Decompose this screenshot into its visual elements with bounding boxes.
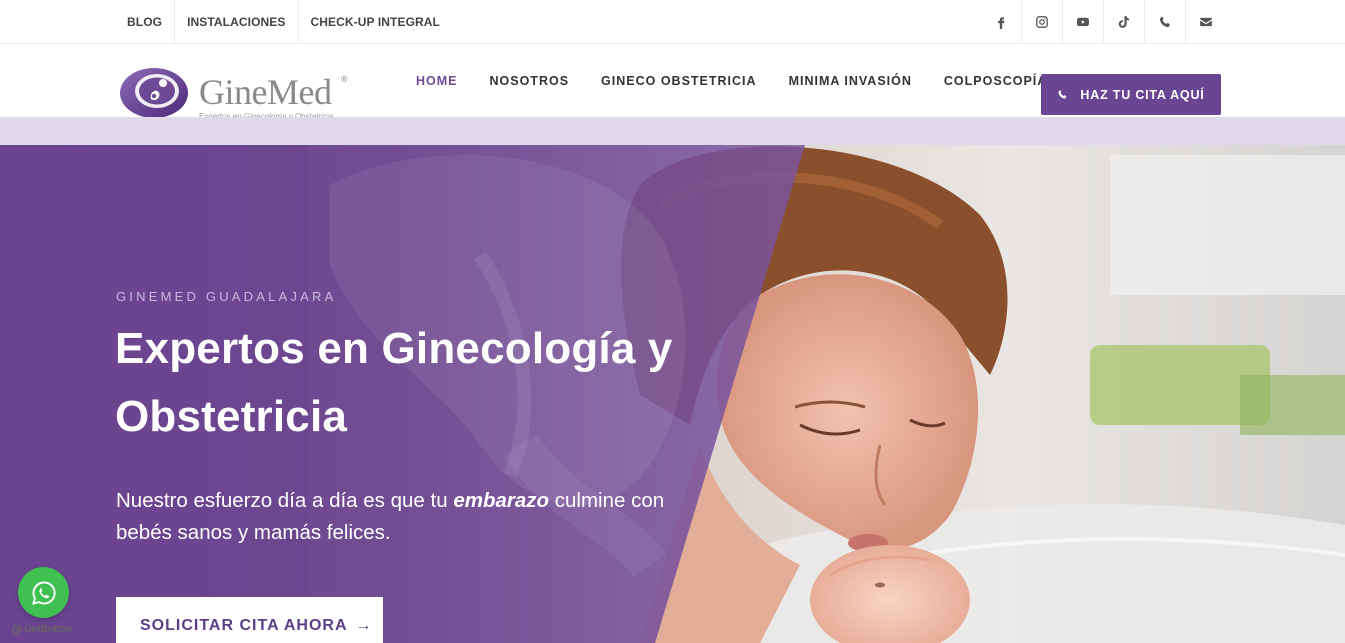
youtube-icon[interactable] xyxy=(1062,0,1103,43)
hero-section: GINEMED GUADALAJARA Expertos en Ginecolo… xyxy=(0,145,1345,643)
hero-subtitle-start: Nuestro esfuerzo día a día es que tu xyxy=(116,489,454,512)
hero-subtitle: Nuestro esfuerzo día a día es que tu emb… xyxy=(116,485,676,549)
book-appointment-button[interactable]: HAZ TU CITA AQUÍ xyxy=(1041,74,1221,115)
nav-item-gineco-obstetricia[interactable]: GINECO OBSTETRICIA xyxy=(585,74,773,88)
top-link-instalaciones[interactable]: INSTALACIONES xyxy=(175,0,299,43)
getbutton-label: GetButton xyxy=(24,624,73,635)
mail-icon[interactable] xyxy=(1185,0,1226,43)
hero-eyebrow: GINEMED GUADALAJARA xyxy=(116,289,337,304)
request-appointment-label: SOLICITAR CITA AHORA xyxy=(140,617,348,634)
main-header: GineMed ® Expertos en Ginecología y Obst… xyxy=(0,44,1345,121)
getbutton-icon xyxy=(12,624,22,635)
nav-item-minima-invasion[interactable]: MINIMA INVASIÓN xyxy=(773,74,928,88)
facebook-icon[interactable] xyxy=(980,0,1021,43)
nav-item-nosotros[interactable]: NOSOTROS xyxy=(474,74,586,88)
logo-mark xyxy=(120,68,188,118)
main-nav: HOME NOSOTROS GINECO OBSTETRICIA MINIMA … xyxy=(400,44,1063,117)
header-divider-strip xyxy=(0,117,1345,145)
top-link-blog[interactable]: BLOG xyxy=(115,0,176,43)
hero-subtitle-emphasis: embarazo xyxy=(453,489,550,512)
whatsapp-button[interactable] xyxy=(18,567,69,618)
book-appointment-label: HAZ TU CITA AQUÍ xyxy=(1080,87,1205,102)
request-appointment-button[interactable]: SOLICITAR CITA AHORA → xyxy=(116,597,383,643)
ginemed-logo[interactable]: GineMed ® Expertos en Ginecología y Obst… xyxy=(119,66,354,122)
tiktok-icon[interactable] xyxy=(1103,0,1144,43)
instagram-icon[interactable] xyxy=(1021,0,1062,43)
nav-item-home[interactable]: HOME xyxy=(400,74,474,88)
phone-icon[interactable] xyxy=(1144,0,1185,43)
arrow-right-icon: → xyxy=(355,617,373,634)
logo-wordmark: GineMed xyxy=(199,72,332,112)
logo-registered-mark: ® xyxy=(341,74,348,84)
social-links xyxy=(980,0,1226,43)
top-links: BLOG INSTALACIONES CHECK-UP INTEGRAL xyxy=(115,0,452,43)
top-link-check-up-integral[interactable]: CHECK-UP INTEGRAL xyxy=(299,0,452,43)
whatsapp-icon xyxy=(31,581,56,605)
getbutton-credit[interactable]: GetButton xyxy=(12,624,73,635)
phone-icon xyxy=(1058,90,1067,99)
top-bar: BLOG INSTALACIONES CHECK-UP INTEGRAL xyxy=(0,0,1345,44)
hero-title: Expertos en Ginecología y Obstetricia xyxy=(115,324,673,441)
